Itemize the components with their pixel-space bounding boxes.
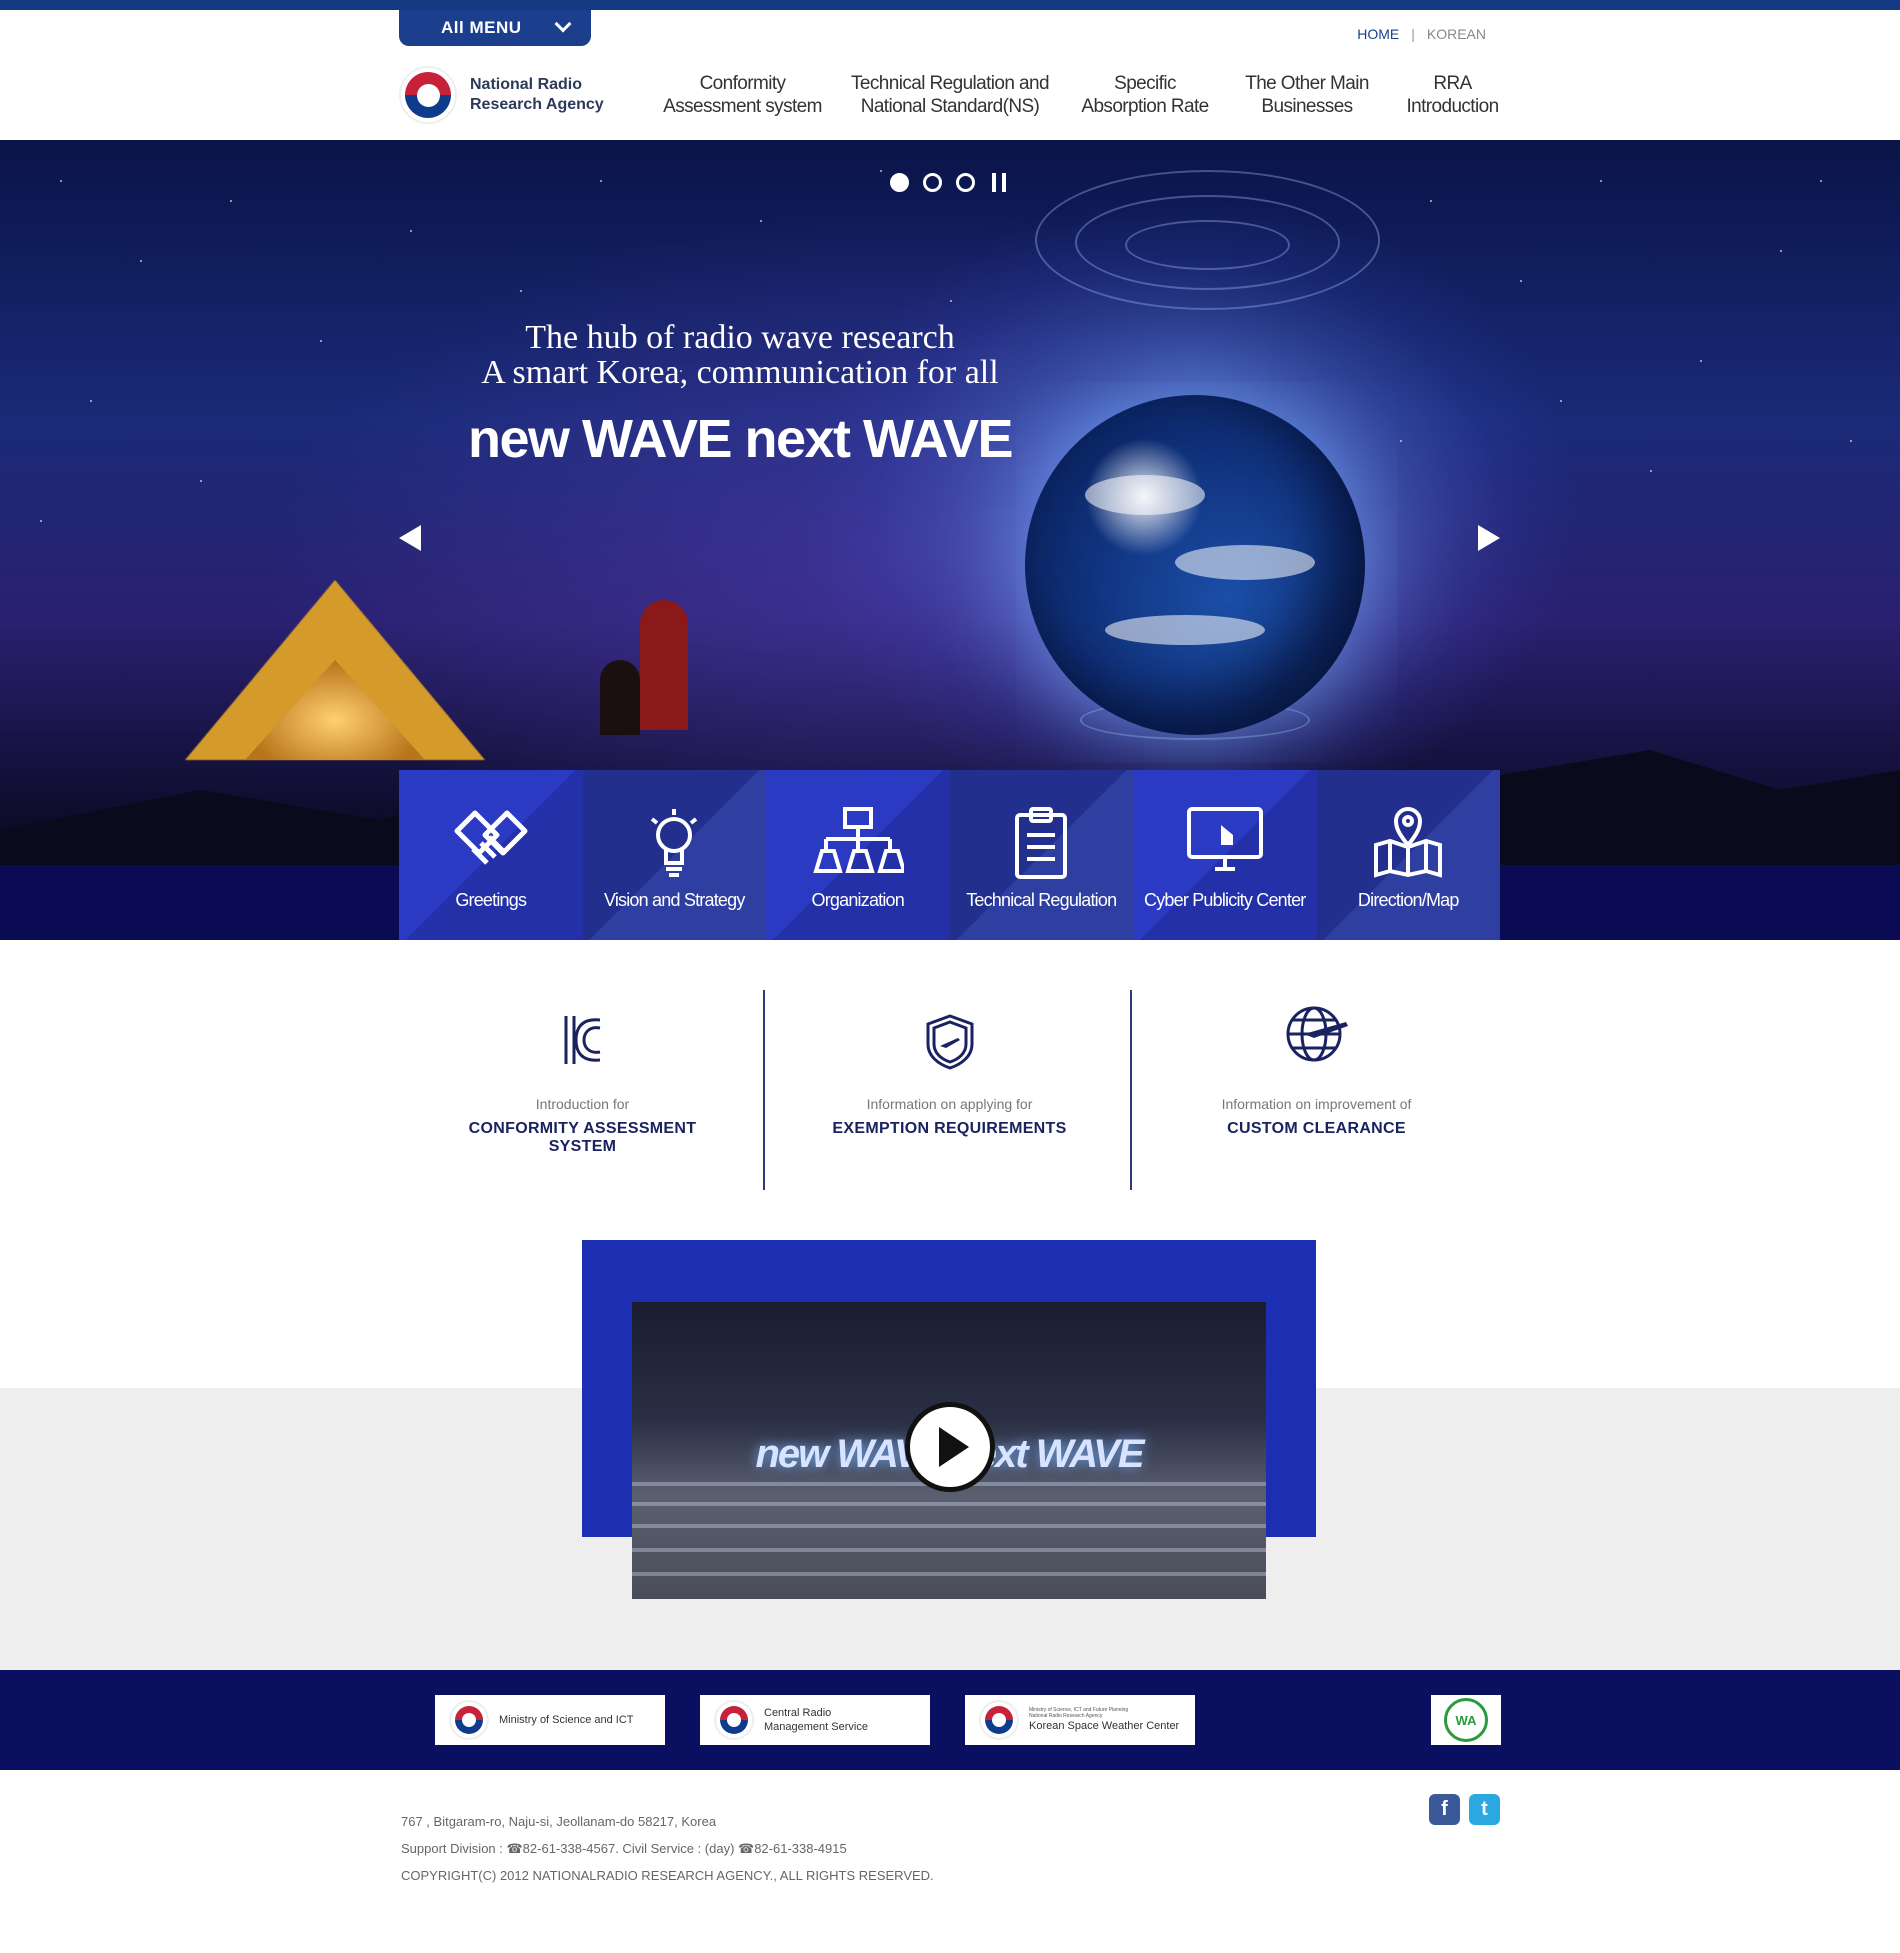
nav-label-line2: Introduction (1406, 96, 1499, 117)
footer-copyright: COPYRIGHT(C) 2012 NATIONALRADIO RESEARCH… (401, 1868, 934, 1883)
signal-ring (1125, 220, 1290, 270)
facebook-icon[interactable]: f (1429, 1794, 1460, 1825)
banner-ministry-science-ict[interactable]: Ministry of Science and ICT (435, 1695, 665, 1745)
quick-technical-regulation[interactable]: Technical Regulation (949, 770, 1133, 940)
top-accent-bar (0, 0, 1900, 10)
shield-plane-icon (926, 1014, 973, 1070)
intro-divider (1130, 990, 1132, 1190)
quick-greetings[interactable]: Greetings (399, 770, 583, 940)
web-accessibility-badge-icon: WA (1444, 1698, 1488, 1742)
footer-info: 767 , Bitgaram-ro, Naju-si, Jeollanam-do… (401, 1808, 934, 1889)
intro-title: CONFORMITY ASSESSMENT SYSTEM (468, 1120, 697, 1155)
banner-label: Ministry of Science and ICT (499, 1714, 634, 1726)
banner-central-radio-management[interactable]: Central Radio Management Service (700, 1695, 930, 1745)
prev-slide-arrow-icon[interactable] (399, 525, 421, 551)
intro-small-text: Introduction for (535, 1096, 630, 1112)
clipboard-icon (1015, 807, 1068, 879)
nav-label-line2: Businesses (1261, 96, 1353, 117)
intro-section: Introduction for CONFORMITY ASSESSMENT S… (399, 990, 1500, 1190)
nav-other-businesses[interactable]: The Other Main Businesses (1237, 72, 1377, 118)
quick-vision-strategy[interactable]: Vision and Strategy (582, 770, 766, 940)
quick-label: Organization (811, 890, 905, 910)
banner-label: Korean Space Weather Center (1029, 1720, 1180, 1732)
intro-title: EXEMPTION REQUIREMENTS (832, 1120, 1067, 1137)
intro-exemption-requirements[interactable]: Information on applying for EXEMPTION RE… (766, 990, 1133, 1190)
person-silhouette (640, 600, 688, 730)
nav-specific-absorption-rate[interactable]: Specific Absorption Rate (1070, 72, 1220, 118)
banner-text: Ministry of Science, ICT and Future Plan… (1029, 1707, 1179, 1733)
org-chart-icon (813, 807, 904, 873)
nav-label-line1: The Other Main (1245, 73, 1369, 94)
nav-label-line2: National Standard(NS) (860, 96, 1040, 117)
handshake-icon (454, 810, 528, 865)
chevron-down-icon (554, 15, 572, 33)
taegeuk-logo-icon (979, 1700, 1019, 1740)
web-accessibility-mark[interactable]: WA (1431, 1695, 1501, 1745)
slide-dot-3[interactable] (956, 173, 975, 192)
kc-mark-icon (564, 1016, 600, 1064)
slide-indicators (890, 173, 1006, 192)
nav-technical-regulation[interactable]: Technical Regulation and National Standa… (845, 72, 1055, 118)
banner-label-line2: Management Service (764, 1721, 868, 1733)
quick-label: Technical Regulation (966, 890, 1117, 910)
nav-label-line2: Assessment system (663, 96, 822, 117)
quick-label: Cyber Publicity Center (1144, 890, 1306, 910)
taegeuk-logo-icon (714, 1700, 754, 1740)
quick-links-bar: Greetings Vision and Strategy Organizati… (399, 770, 1500, 940)
nav-label-line2: Absorption Rate (1081, 96, 1209, 117)
globe-plane-icon (1286, 1006, 1348, 1062)
nav-label-line1: Technical Regulation and (851, 73, 1050, 94)
all-menu-button[interactable]: All MENU (399, 10, 591, 46)
home-link[interactable]: HOME (1357, 26, 1399, 42)
child-silhouette (600, 660, 640, 735)
banner-label-line1: Central Radio (764, 1707, 832, 1719)
nav-conformity-assessment[interactable]: Conformity Assessment system (655, 72, 830, 118)
intro-custom-clearance[interactable]: Information on improvement of CUSTOM CLE… (1133, 990, 1500, 1190)
intro-conformity-assessment[interactable]: Introduction for CONFORMITY ASSESSMENT S… (399, 990, 766, 1190)
nav-rra-introduction[interactable]: RRA Introduction (1395, 72, 1510, 118)
hero-tagline: The hub of radio wave research A smart K… (420, 320, 1060, 390)
quick-organization[interactable]: Organization (766, 770, 950, 940)
nav-label-line1: RRA (1433, 73, 1472, 94)
intro-divider (763, 990, 765, 1190)
nav-label-line1: Specific (1114, 73, 1176, 94)
banner-text: Central Radio Management Service (764, 1706, 868, 1734)
intro-small-text: Information on applying for (866, 1096, 1033, 1112)
main-navigation: Conformity Assessment system Technical R… (0, 72, 1900, 122)
promo-video[interactable]: new WAVE next WAVE (632, 1302, 1266, 1599)
hero-headline: new WAVE next WAVE (467, 409, 1014, 469)
util-separator: | (1411, 26, 1415, 42)
quick-label: Vision and Strategy (603, 890, 745, 910)
hero-tagline-line2: A smart Korea, communication for all (481, 354, 999, 391)
next-slide-arrow-icon[interactable] (1478, 525, 1500, 551)
play-button-icon[interactable] (905, 1402, 995, 1492)
pause-icon[interactable] (992, 173, 1006, 192)
twitter-icon[interactable]: t (1469, 1794, 1500, 1825)
intro-title: CUSTOM CLEARANCE (1227, 1120, 1406, 1137)
taegeuk-logo-icon (449, 1700, 489, 1740)
korean-link[interactable]: KOREAN (1427, 26, 1486, 42)
related-sites-bar: Ministry of Science and ICT Central Radi… (0, 1670, 1900, 1770)
quick-cyber-publicity[interactable]: Cyber Publicity Center (1133, 770, 1317, 940)
all-menu-label: All MENU (441, 18, 522, 37)
monitor-icon (1186, 807, 1263, 871)
utility-nav: HOME | KOREAN (1357, 26, 1486, 42)
slide-dot-2[interactable] (923, 173, 942, 192)
intro-small-text: Information on improvement of (1221, 1096, 1412, 1112)
quick-direction-map[interactable]: Direction/Map (1316, 770, 1500, 940)
nav-label-line1: Conformity (699, 73, 786, 94)
banner-text: Ministry of Science and ICT (499, 1713, 634, 1727)
hero-tagline-line1: The hub of radio wave research (525, 319, 955, 356)
quick-label: Greetings (455, 890, 527, 910)
footer-address: 767 , Bitgaram-ro, Naju-si, Jeollanam-do… (401, 1814, 717, 1829)
lightbulb-icon (651, 809, 698, 877)
slide-dot-1[interactable] (890, 173, 909, 192)
map-pin-icon (1374, 807, 1443, 878)
footer-contact: Support Division : ☎82-61-338-4567. Civi… (401, 1841, 847, 1856)
quick-label: Direction/Map (1357, 890, 1459, 910)
banner-korean-space-weather-center[interactable]: Ministry of Science, ICT and Future Plan… (965, 1695, 1195, 1745)
